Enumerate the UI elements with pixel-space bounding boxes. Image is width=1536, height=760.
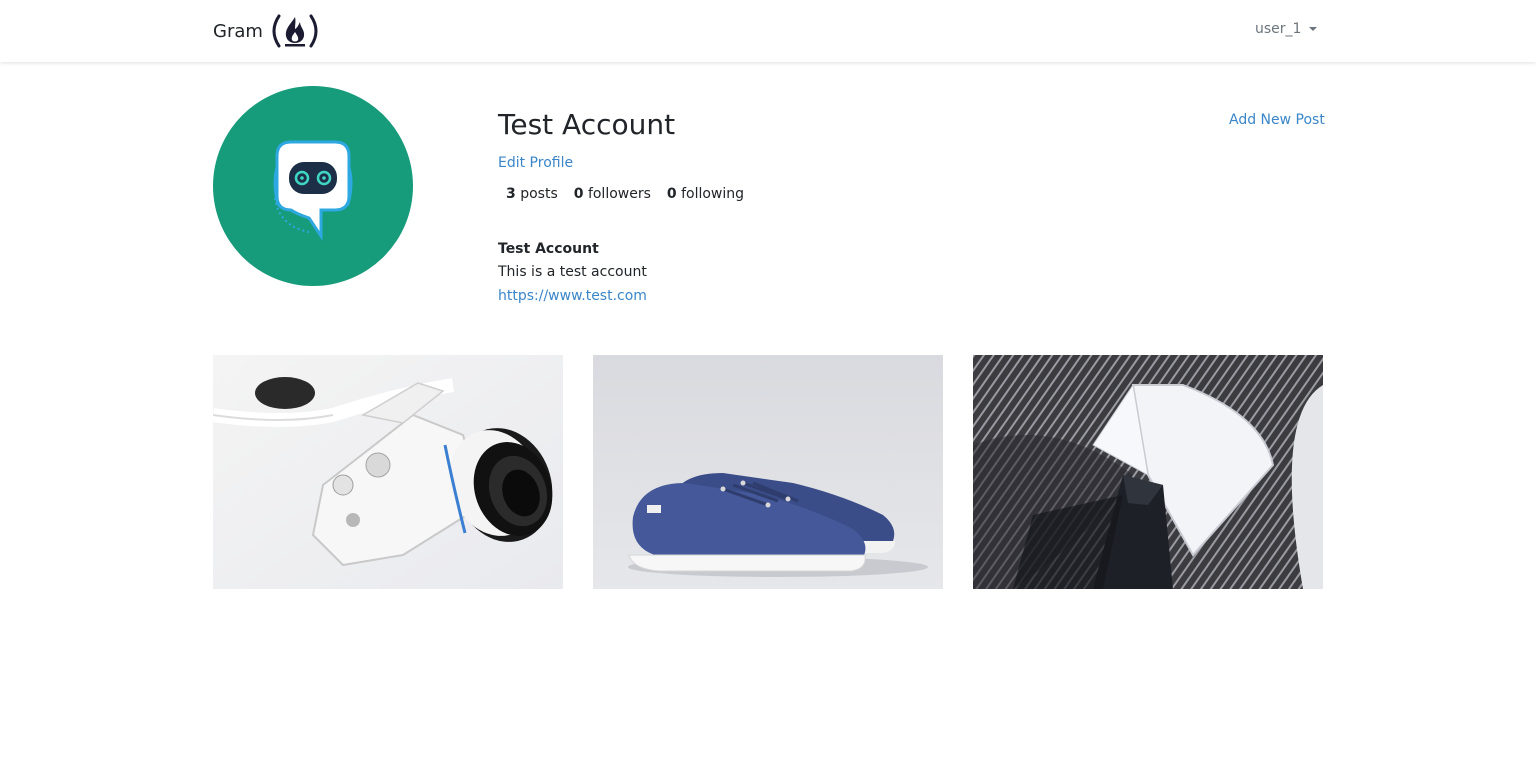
post-thumbnail-camera[interactable] [213,355,563,589]
followers-count: 0 [573,186,584,202]
following-label: following [681,186,745,202]
bio-title: Test Account [498,241,599,257]
following-count: 0 [666,186,677,202]
shirt-tie-photo [973,355,1323,589]
stat-following: 0 following [667,186,744,202]
brand-text: Gram [213,20,263,42]
profile-name: Test Account [498,108,676,141]
bio-url-link[interactable]: https://www.test.com [498,288,647,304]
sneakers-photo [593,355,943,589]
post-thumbnail-sneakers[interactable] [593,355,943,589]
followers-label: followers [587,186,651,202]
stat-followers: 0 followers [574,186,651,202]
post-thumbnail-shirt[interactable] [973,355,1323,589]
posts-label: posts [520,186,558,202]
freecodecamp-flame-icon [272,14,318,48]
chevron-down-icon [1309,27,1318,31]
user-menu-label: user_1 [1255,21,1302,37]
user-menu-dropdown[interactable]: user_1 [1255,21,1318,37]
edit-profile-link[interactable]: Edit Profile [498,155,573,171]
add-new-post-link[interactable]: Add New Post [1229,112,1325,128]
robot-chat-icon [273,140,353,241]
stat-posts: 3 posts [506,186,558,202]
camera-photo [213,355,563,589]
profile-stats: 3 posts 0 followers 0 following [506,186,760,202]
avatar [213,86,413,286]
posts-count: 3 [506,186,516,202]
bio-description: This is a test account [498,264,647,280]
brand-link[interactable]: Gram [213,12,323,50]
navbar: Gram user_1 [0,0,1536,62]
